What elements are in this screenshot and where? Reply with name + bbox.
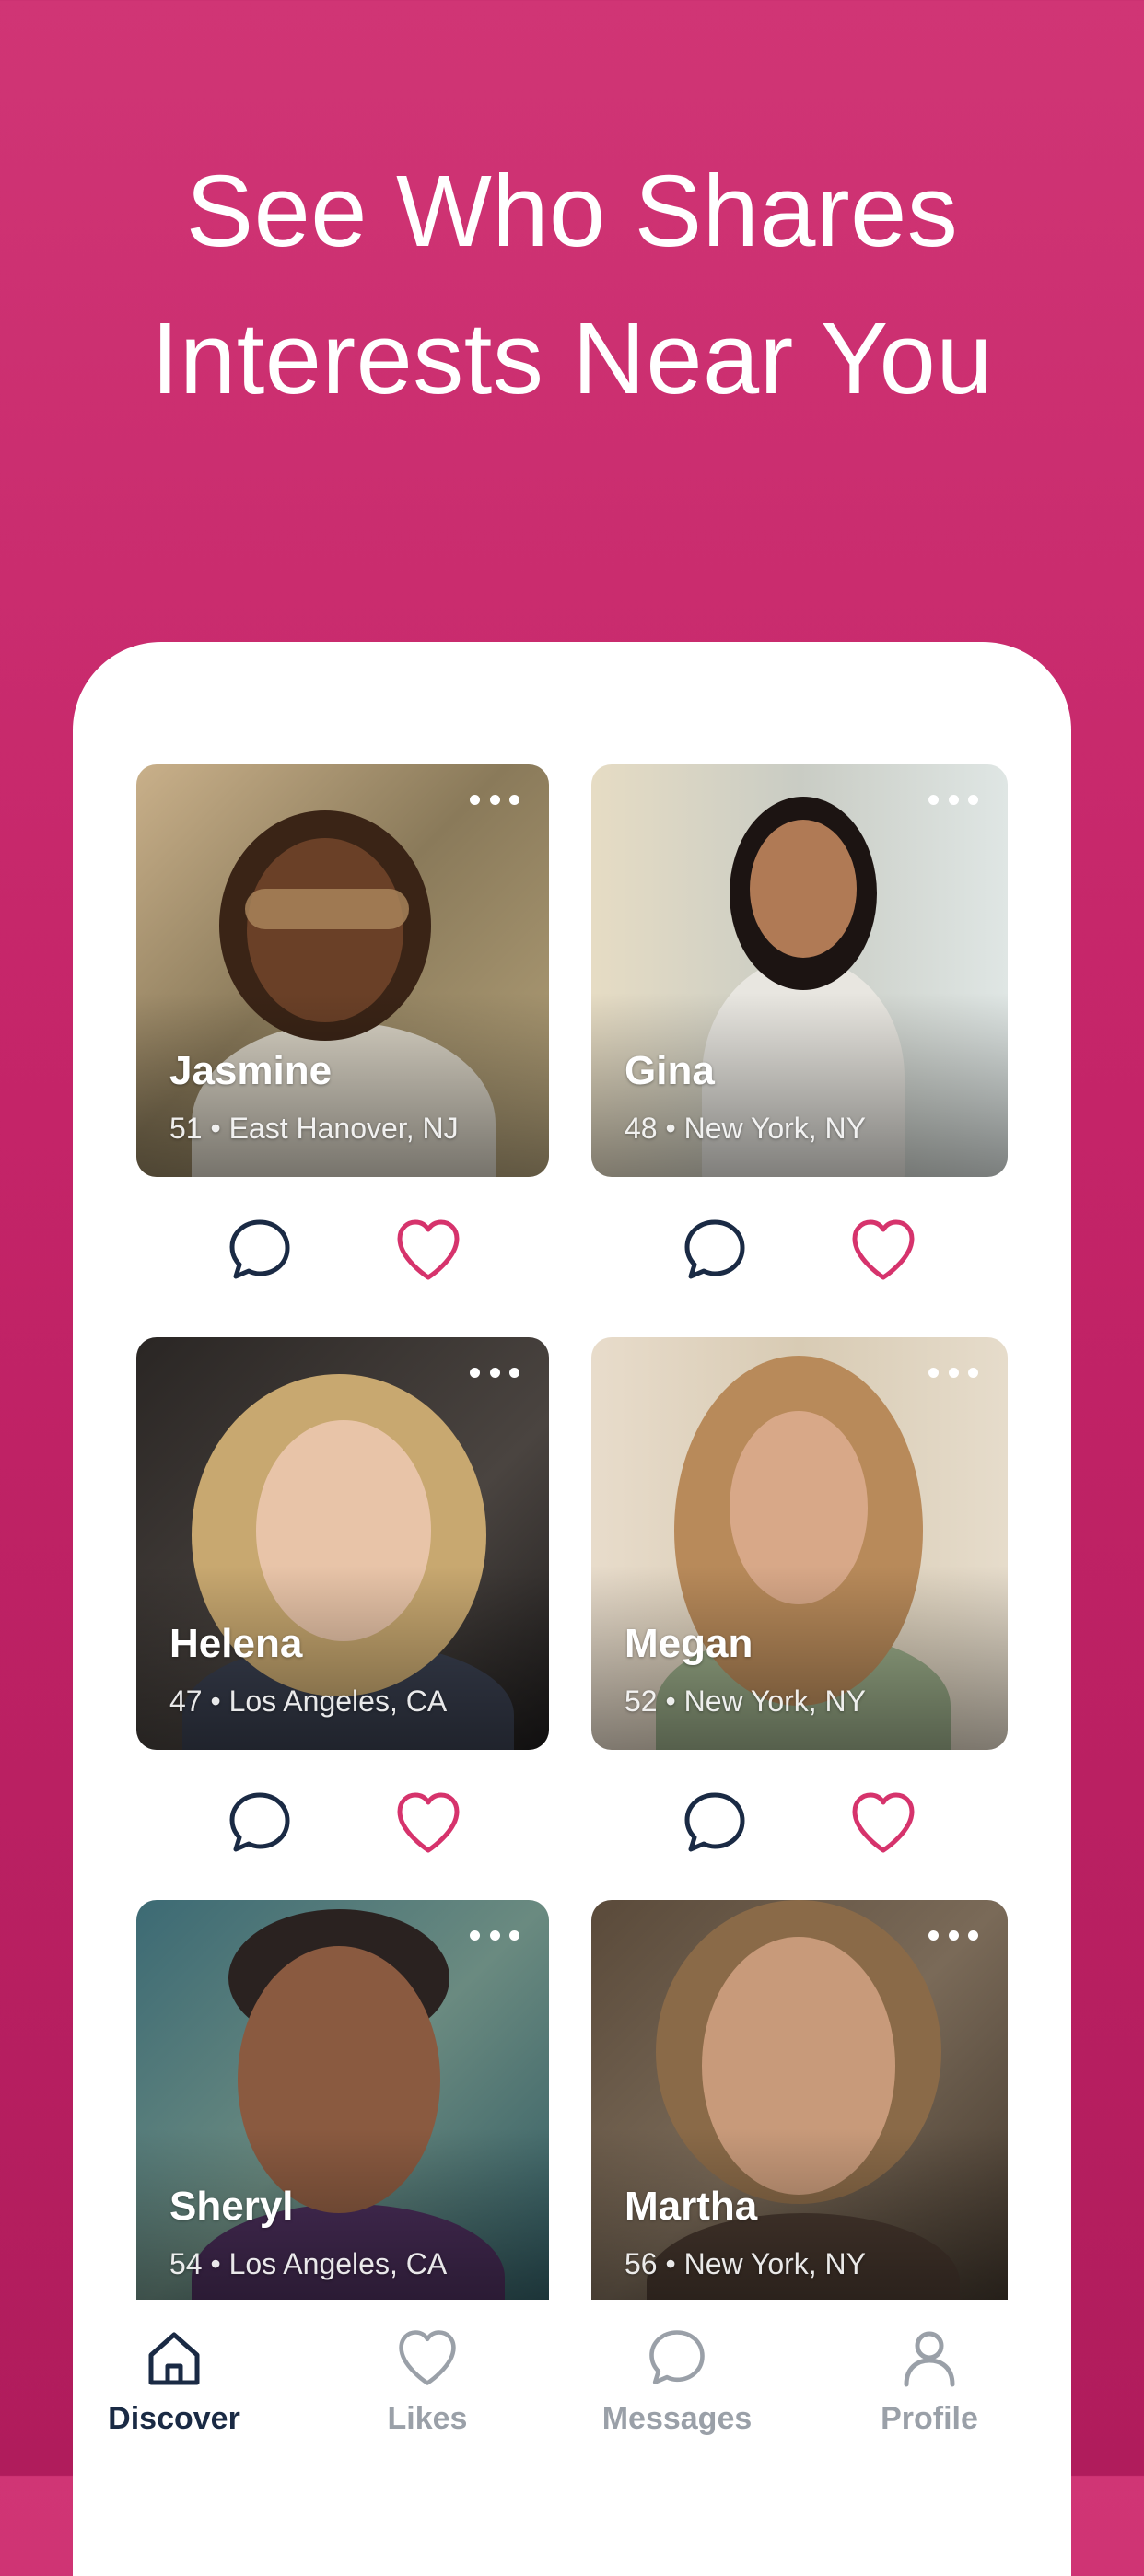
like-button[interactable] bbox=[394, 1789, 462, 1856]
profile-card-megan[interactable]: Megan 52 • New York, NY bbox=[591, 1337, 1008, 1750]
profile-grid: Jasmine 51 • East Hanover, NJ Gina 48 • … bbox=[73, 642, 1071, 2576]
profile-meta: 54 • Los Angeles, CA bbox=[169, 2247, 448, 2280]
headline-line-2: Interests Near You bbox=[150, 302, 994, 415]
profile-card-gina[interactable]: Gina 48 • New York, NY bbox=[591, 764, 1008, 1177]
more-options-icon[interactable] bbox=[928, 790, 978, 809]
chat-bubble-icon bbox=[649, 2330, 705, 2384]
profile-card-helena[interactable]: Helena 47 • Los Angeles, CA bbox=[136, 1337, 549, 1750]
profile-name: Helena bbox=[169, 1621, 303, 1666]
tab-profile[interactable]: Profile bbox=[828, 2327, 1031, 2437]
more-options-icon[interactable] bbox=[928, 1363, 978, 1381]
headline: See Who Shares Interests Near You bbox=[0, 138, 1144, 433]
tab-label: Profile bbox=[881, 2401, 978, 2436]
profile-name: Martha bbox=[625, 2184, 758, 2229]
message-button[interactable] bbox=[227, 1789, 293, 1856]
profile-name: Megan bbox=[625, 1621, 753, 1666]
more-options-icon[interactable] bbox=[928, 1926, 978, 1944]
home-icon bbox=[148, 2332, 200, 2385]
profile-meta: 52 • New York, NY bbox=[625, 1684, 866, 1718]
profile-meta: 56 • New York, NY bbox=[625, 2247, 866, 2280]
card-actions bbox=[591, 1786, 1004, 1859]
message-button[interactable] bbox=[227, 1217, 293, 1283]
profile-card-martha[interactable]: Martha 56 • New York, NY bbox=[591, 1900, 1008, 2313]
like-button[interactable] bbox=[394, 1217, 462, 1283]
profile-meta: 48 • New York, NY bbox=[625, 1112, 866, 1145]
profile-card-jasmine[interactable]: Jasmine 51 • East Hanover, NJ bbox=[136, 764, 549, 1177]
profile-name: Sheryl bbox=[169, 2184, 294, 2229]
tab-discover[interactable]: Discover bbox=[73, 2327, 275, 2437]
message-button[interactable] bbox=[682, 1217, 748, 1283]
profile-card-sheryl[interactable]: Sheryl 54 • Los Angeles, CA bbox=[136, 1900, 549, 2313]
tab-messages[interactable]: Messages bbox=[576, 2327, 778, 2437]
headline-line-1: See Who Shares bbox=[185, 155, 959, 268]
phone-screen: Jasmine 51 • East Hanover, NJ Gina 48 • … bbox=[73, 642, 1071, 2576]
profile-name: Jasmine bbox=[169, 1048, 333, 1093]
card-actions bbox=[136, 1786, 549, 1859]
more-options-icon[interactable] bbox=[470, 1363, 519, 1381]
tab-bar: Discover Likes Messages Profile bbox=[73, 2300, 1071, 2576]
profile-name: Gina bbox=[625, 1048, 715, 1093]
card-actions bbox=[591, 1213, 1004, 1287]
person-icon bbox=[904, 2331, 955, 2387]
like-button[interactable] bbox=[849, 1217, 917, 1283]
profile-meta: 51 • East Hanover, NJ bbox=[169, 1112, 459, 1145]
tab-likes[interactable]: Likes bbox=[326, 2327, 529, 2437]
tab-label: Likes bbox=[387, 2401, 468, 2436]
message-button[interactable] bbox=[682, 1789, 748, 1856]
tab-label: Discover bbox=[108, 2401, 240, 2436]
more-options-icon[interactable] bbox=[470, 790, 519, 809]
tab-label: Messages bbox=[601, 2401, 753, 2436]
heart-icon bbox=[399, 2330, 456, 2385]
more-options-icon[interactable] bbox=[470, 1926, 519, 1944]
card-actions bbox=[136, 1213, 549, 1287]
like-button[interactable] bbox=[849, 1789, 917, 1856]
profile-meta: 47 • Los Angeles, CA bbox=[169, 1684, 448, 1718]
